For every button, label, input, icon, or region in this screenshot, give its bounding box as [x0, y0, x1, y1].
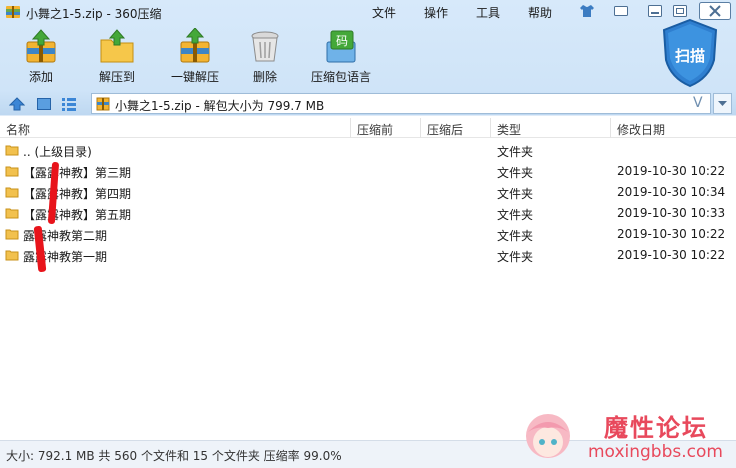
forum-watermark: 魔性论坛 moxingbbs.com — [512, 404, 736, 468]
anime-girl-mascot-icon — [526, 414, 570, 458]
minimize-icon[interactable] — [646, 3, 664, 19]
address-dropdown-button[interactable] — [713, 93, 732, 114]
menu-help[interactable]: 帮助 — [528, 4, 552, 21]
table-row[interactable]: 露露神教第二期 文件夹 2019-10-30 10:22 — [0, 224, 736, 245]
app-icon — [6, 6, 20, 18]
menu-file[interactable]: 文件 — [372, 4, 396, 21]
title-bar: 小舞之1-5.zip - 360压缩 文件 操作 工具 帮助 — [0, 0, 736, 24]
menu-operation[interactable]: 操作 — [424, 4, 448, 21]
address-text: 小舞之1-5.zip - 解包大小为 799.7 MB — [115, 99, 325, 113]
address-bar: 小舞之1-5.zip - 解包大小为 799.7 MB V — [0, 92, 736, 116]
column-divider[interactable] — [610, 118, 611, 138]
zip-file-icon — [96, 97, 110, 111]
archive-language-button[interactable]: 码 压缩包语言 — [308, 26, 374, 88]
column-compressed[interactable]: 压缩后 — [427, 121, 463, 138]
folder-icon — [5, 145, 19, 156]
folder-icon — [5, 250, 19, 261]
column-divider[interactable] — [420, 118, 421, 138]
table-row[interactable]: 【露露神教】第四期 文件夹 2019-10-30 10:34 — [0, 182, 736, 203]
file-list: 名称 压缩前 压缩后 类型 修改日期 .. (上级目录) 文件夹 【露露神教】第… — [0, 118, 736, 440]
arrow-up-icon[interactable] — [9, 96, 25, 112]
svg-text:码: 码 — [336, 34, 348, 48]
details-view-icon[interactable] — [61, 96, 77, 112]
column-divider[interactable] — [350, 118, 351, 138]
one-click-extract-icon — [180, 28, 210, 63]
menu-tools[interactable]: 工具 — [476, 4, 500, 21]
folder-icon — [5, 208, 19, 219]
watermark-title: 魔性论坛 — [604, 414, 708, 442]
list-header: 名称 压缩前 压缩后 类型 修改日期 — [0, 118, 736, 138]
column-packed[interactable]: 压缩前 — [357, 121, 393, 138]
trash-icon — [251, 31, 279, 62]
extract-to-button[interactable]: 解压到 — [90, 26, 144, 88]
large-icon-view-icon[interactable] — [36, 96, 52, 112]
extract-folder-icon — [100, 29, 134, 63]
folder-icon — [5, 166, 19, 177]
address-check-mark: V — [693, 95, 703, 111]
language-code-icon: 码 — [326, 30, 356, 63]
column-modified[interactable]: 修改日期 — [617, 121, 665, 138]
chat-bubble-icon[interactable] — [612, 3, 630, 19]
scan-button[interactable]: 扫描 — [661, 18, 721, 90]
table-row[interactable]: 【露露神教】第三期 文件夹 2019-10-30 10:22 — [0, 161, 736, 182]
add-archive-icon — [26, 29, 56, 63]
column-divider[interactable] — [490, 118, 491, 138]
status-text: 大小: 792.1 MB 共 560 个文件和 15 个文件夹 压缩率 99.0… — [6, 449, 342, 463]
delete-button[interactable]: 删除 — [242, 26, 288, 88]
folder-icon — [5, 229, 19, 240]
chevron-down-icon — [718, 101, 727, 106]
folder-icon — [5, 187, 19, 198]
column-type[interactable]: 类型 — [497, 121, 521, 138]
one-click-extract-button[interactable]: 一键解压 — [165, 26, 225, 88]
skin-shirt-icon[interactable] — [578, 3, 596, 19]
table-row[interactable]: 【露露神教】第五期 文件夹 2019-10-30 10:33 — [0, 203, 736, 224]
window-title: 小舞之1-5.zip - 360压缩 — [26, 7, 162, 21]
add-button[interactable]: 添加 — [14, 26, 68, 88]
parent-dir-row[interactable]: .. (上级目录) 文件夹 — [0, 140, 736, 161]
maximize-icon[interactable] — [671, 3, 689, 19]
watermark-url: moxingbbs.com — [588, 442, 723, 462]
toolbar: 添加 解压到 一键解压 删除 码 压缩包语言 — [0, 26, 736, 88]
address-field[interactable]: 小舞之1-5.zip - 解包大小为 799.7 MB V — [91, 93, 711, 114]
app-window: 小舞之1-5.zip - 360压缩 文件 操作 工具 帮助 添加 解压到 一键… — [0, 0, 736, 468]
table-row[interactable]: 露露神教第一期 文件夹 2019-10-30 10:22 — [0, 245, 736, 266]
column-name[interactable]: 名称 — [6, 121, 30, 138]
